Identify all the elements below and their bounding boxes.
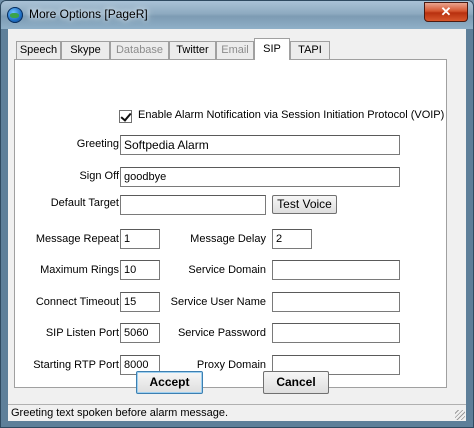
listen-port-input[interactable] [120, 323, 160, 343]
message-delay-input[interactable] [272, 229, 312, 249]
status-bar: Greeting text spoken before alarm messag… [8, 404, 466, 421]
tab-sip[interactable]: SIP [254, 38, 290, 60]
test-voice-button[interactable]: Test Voice [272, 195, 337, 214]
service-user-input[interactable] [272, 292, 400, 312]
listen-port-label: SIP Listen Port [45, 327, 119, 339]
tab-tapi[interactable]: TAPI [290, 41, 330, 59]
service-domain-label: Service Domain [188, 264, 266, 276]
accept-button[interactable]: Accept [136, 371, 203, 394]
signoff-label: Sign Off [79, 170, 119, 182]
tab-twitter[interactable]: Twitter [169, 41, 216, 59]
title-bar[interactable]: More Options [PageR] ✕ [1, 1, 473, 29]
globe-app-icon [7, 7, 23, 23]
tab-email[interactable]: Email [216, 41, 254, 59]
service-domain-input[interactable] [272, 260, 400, 280]
proxy-domain-label: Proxy Domain [196, 359, 266, 371]
service-user-label: Service User Name [170, 296, 266, 308]
maximum-rings-label: Maximum Rings [40, 264, 119, 276]
tab-speech[interactable]: Speech [16, 41, 61, 59]
connect-timeout-input[interactable] [120, 292, 160, 312]
options-window: More Options [PageR] ✕ Speech Skype Data… [0, 0, 474, 428]
greeting-input[interactable] [120, 135, 400, 155]
greeting-label: Greeting [76, 138, 119, 150]
message-repeat-label: Message Repeat [35, 233, 119, 245]
status-text: Greeting text spoken before alarm messag… [11, 407, 229, 419]
connect-timeout-label: Connect Timeout [35, 296, 119, 308]
enable-alarm-checkbox[interactable] [119, 110, 132, 123]
message-repeat-input[interactable] [120, 229, 160, 249]
close-button[interactable]: ✕ [424, 2, 468, 22]
resize-grip-icon[interactable] [455, 410, 465, 420]
default-target-input[interactable] [120, 195, 266, 215]
service-password-input[interactable] [272, 323, 400, 343]
rtp-port-label: Starting RTP Port [33, 359, 119, 371]
sip-tab-panel: Enable Alarm Notification via Session In… [14, 59, 447, 388]
signoff-input[interactable] [120, 167, 400, 187]
default-target-label: Default Target [50, 197, 119, 209]
cancel-button[interactable]: Cancel [263, 371, 329, 394]
service-password-label: Service Password [177, 327, 266, 339]
message-delay-label: Message Delay [190, 233, 266, 245]
window-title: More Options [PageR] [29, 7, 148, 21]
tab-skype[interactable]: Skype [61, 41, 110, 59]
maximum-rings-input[interactable] [120, 260, 160, 280]
tab-database[interactable]: Database [110, 41, 169, 59]
dialog-client-area: Speech Skype Database Twitter Email SIP … [8, 29, 466, 421]
enable-alarm-label[interactable]: Enable Alarm Notification via Session In… [138, 109, 444, 121]
